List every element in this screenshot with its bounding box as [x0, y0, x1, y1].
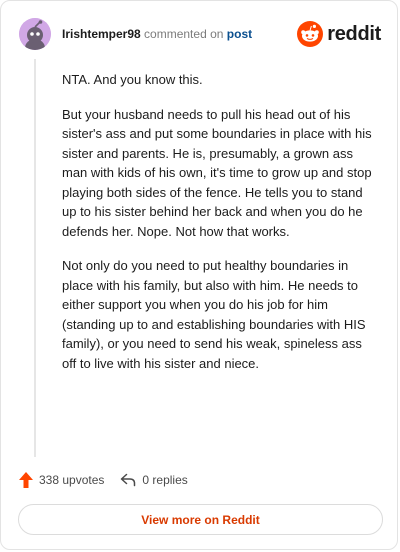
commented-on-label: commented on: [144, 27, 224, 41]
reply-arrow-icon: [121, 473, 136, 487]
comment-header: Irishtemper98 commented on post reddit: [19, 18, 381, 50]
comment-paragraph: NTA. And you know this.: [62, 72, 203, 87]
upvote-count[interactable]: 338 upvotes: [19, 472, 104, 488]
reddit-logo-icon: [297, 21, 324, 47]
snoo-avatar-icon[interactable]: [19, 18, 51, 50]
comment-embed-card: Irishtemper98 commented on post reddit N…: [0, 0, 398, 550]
comment-meta: Irishtemper98 commented on post: [62, 27, 252, 41]
thread-line: [34, 59, 36, 457]
view-more-button[interactable]: View more on Reddit: [18, 504, 383, 535]
reddit-wordmark: reddit: [327, 22, 381, 45]
comment-body: NTA. And you know this. But your husband…: [62, 70, 376, 388]
reply-count-label: 0 replies: [142, 473, 188, 487]
reply-count[interactable]: 0 replies: [120, 473, 188, 487]
comment-paragraph: But your husband needs to pull his head …: [62, 106, 372, 239]
post-link[interactable]: post: [227, 27, 252, 41]
reddit-logo[interactable]: reddit: [297, 21, 381, 47]
username-link[interactable]: Irishtemper98: [62, 27, 141, 41]
upvote-count-label: 338 upvotes: [39, 473, 105, 487]
upvote-arrow-icon: [19, 472, 33, 488]
comment-paragraph: Not only do you need to put healthy boun…: [62, 258, 366, 371]
comment-stats: 338 upvotes 0 replies: [19, 470, 188, 490]
